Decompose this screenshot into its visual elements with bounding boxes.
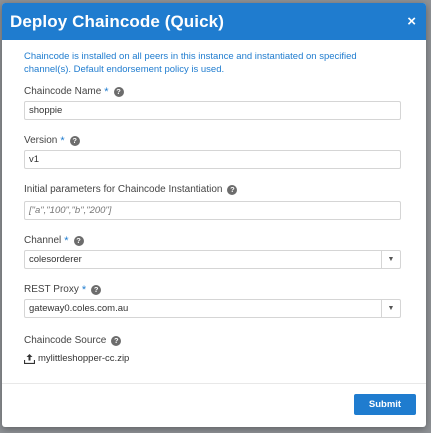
channel-selected-value: colesorderer bbox=[29, 254, 82, 265]
version-field: Version * ? v1 bbox=[24, 134, 404, 169]
rest-proxy-selected-value: gateway0.coles.com.au bbox=[29, 303, 129, 314]
info-message: Chaincode is installed on all peers in t… bbox=[24, 51, 357, 75]
dialog-title: Deploy Chaincode (Quick) bbox=[10, 11, 224, 31]
caret-down-icon[interactable]: ▼ bbox=[381, 251, 400, 268]
init-params-field: Initial parameters for Chaincode Instant… bbox=[24, 183, 404, 220]
rest-proxy-select[interactable]: gateway0.coles.com.au ▼ bbox=[24, 299, 401, 318]
required-marker: * bbox=[81, 283, 87, 296]
help-icon[interactable]: ? bbox=[113, 86, 124, 97]
required-marker: * bbox=[60, 134, 65, 147]
chaincode-name-input[interactable]: shoppie bbox=[24, 101, 401, 120]
version-label: Version bbox=[24, 135, 58, 146]
help-icon[interactable]: ? bbox=[69, 135, 80, 146]
rest-proxy-label: REST Proxy bbox=[24, 284, 79, 295]
version-input[interactable]: v1 bbox=[24, 150, 401, 169]
help-icon[interactable]: ? bbox=[227, 184, 238, 195]
dialog-body: Chaincode is installed on all peers in t… bbox=[2, 40, 426, 364]
channel-label: Channel bbox=[24, 235, 62, 246]
chaincode-source-file[interactable]: mylittleshopper-cc.zip bbox=[24, 353, 404, 364]
submit-button[interactable]: Submit bbox=[354, 394, 416, 415]
help-icon[interactable]: ? bbox=[91, 284, 102, 295]
help-icon[interactable]: ? bbox=[73, 235, 84, 246]
init-params-input[interactable]: ["a","100","b","200"] bbox=[24, 201, 401, 220]
channel-field: Channel * ? colesorderer ▼ bbox=[24, 234, 404, 269]
upload-icon bbox=[24, 353, 35, 364]
chaincode-name-field: Chaincode Name * ? shoppie bbox=[24, 85, 404, 120]
init-params-placeholder: ["a","100","b","200"] bbox=[29, 205, 112, 216]
close-icon[interactable]: × bbox=[407, 13, 416, 30]
caret-down-icon[interactable]: ▼ bbox=[381, 300, 400, 317]
init-params-label: Initial parameters for Chaincode Instant… bbox=[24, 184, 223, 195]
deploy-chaincode-dialog: Deploy Chaincode (Quick) × Chaincode is … bbox=[2, 3, 426, 427]
dialog-header: Deploy Chaincode (Quick) × bbox=[2, 3, 426, 40]
rest-proxy-field: REST Proxy * ? gateway0.coles.com.au ▼ bbox=[24, 283, 404, 318]
footer-divider bbox=[2, 383, 426, 384]
required-marker: * bbox=[64, 234, 69, 247]
channel-select[interactable]: colesorderer ▼ bbox=[24, 250, 401, 269]
required-marker: * bbox=[104, 85, 109, 98]
chaincode-source-filename: mylittleshopper-cc.zip bbox=[38, 353, 130, 364]
chaincode-source-field: Chaincode Source ? mylittleshopper-cc.zi… bbox=[24, 334, 404, 364]
chaincode-name-label: Chaincode Name bbox=[24, 86, 102, 97]
chaincode-source-label: Chaincode Source bbox=[24, 335, 107, 346]
help-icon[interactable]: ? bbox=[111, 335, 122, 346]
